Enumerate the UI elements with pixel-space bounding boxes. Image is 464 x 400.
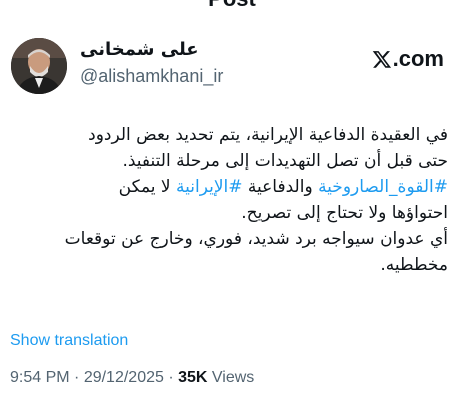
- views-label: Views: [207, 369, 255, 386]
- profile-photo-icon: [11, 38, 67, 94]
- profile-handle[interactable]: @alishamkhani_ir: [80, 66, 223, 87]
- meta-separator: ·: [69, 369, 84, 386]
- avatar[interactable]: [11, 38, 67, 94]
- views-count: 35K: [178, 369, 208, 386]
- hashtag-link[interactable]: #القوة_الصاروخية: [318, 177, 448, 197]
- show-translation-link[interactable]: Show translation: [10, 332, 128, 350]
- post-time[interactable]: 9:54 PM: [10, 369, 70, 386]
- tweet-text: في العقيدة الدفاعية الإيرانية، يتم تحديد…: [10, 122, 448, 278]
- post-meta: 9:54 PM · 29/12/2025 · 35K Views: [10, 369, 254, 387]
- profile-name[interactable]: علی شمخانی: [80, 39, 199, 60]
- tweet-line: #القوة_الصاروخية والدفاعية #الإيرانية لا…: [10, 174, 448, 200]
- tweet-text-segment: لا يمكن: [118, 177, 177, 197]
- page-title: Post: [0, 0, 464, 12]
- hashtag-link[interactable]: #الإيرانية: [176, 177, 242, 197]
- tweet-line: أي عدوان سيواجه برد شديد، فوري، وخارج عن…: [64, 229, 448, 249]
- tweet-line: في العقيدة الدفاعية الإيرانية، يتم تحديد…: [88, 125, 448, 145]
- meta-separator: ·: [163, 369, 179, 386]
- post-date[interactable]: 29/12/2025: [84, 369, 164, 386]
- x-com-watermark: .com: [372, 46, 444, 72]
- tweet-text-segment: والدفاعية: [242, 177, 319, 197]
- x-logo-icon: [372, 51, 391, 68]
- watermark-text: .com: [392, 46, 444, 71]
- tweet-line: احتواؤها ولا تحتاج إلى تصريح.: [241, 203, 448, 223]
- tweet-line: حتى قبل أن تصل التهديدات إلى مرحلة التنف…: [122, 151, 448, 171]
- post-page: Post علی شمخانی @alishamkhani_ir .com في…: [0, 0, 464, 400]
- tweet-line: مخططيه.: [380, 255, 448, 275]
